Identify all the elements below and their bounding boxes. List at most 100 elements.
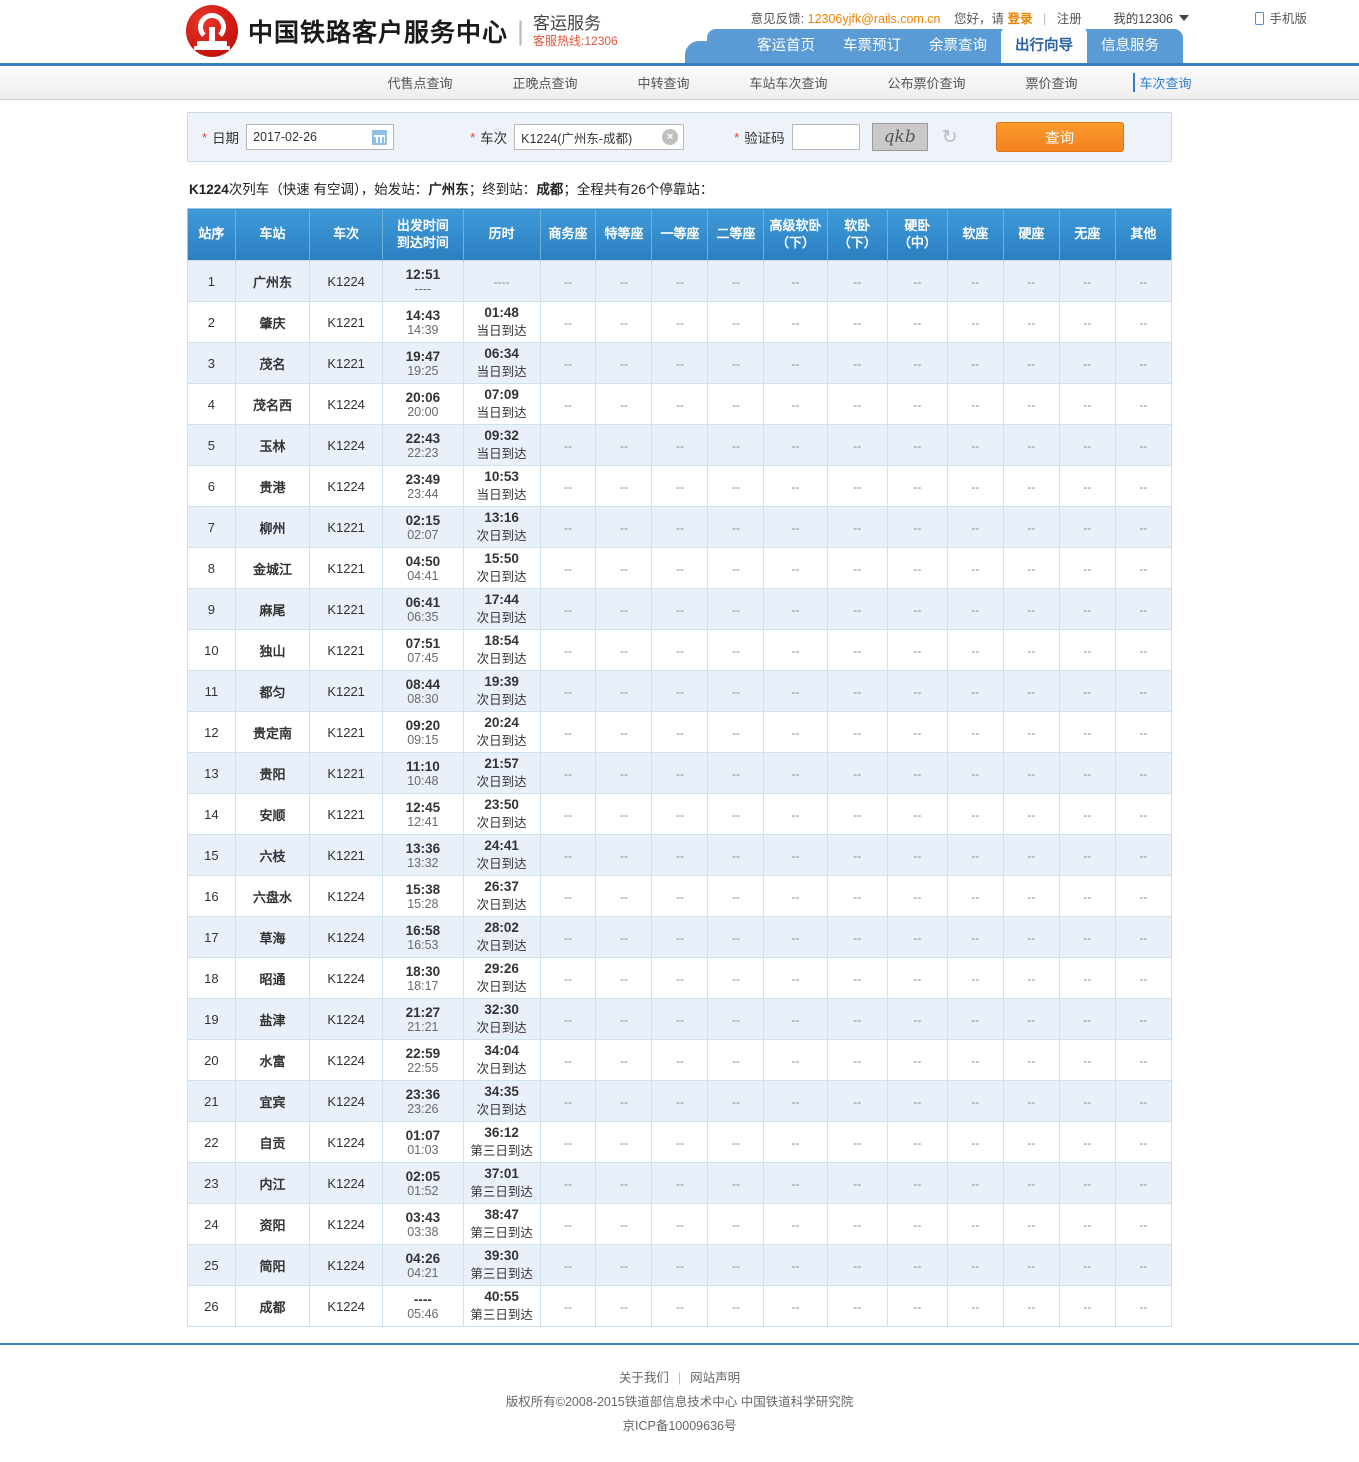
- col-business-seat: 商务座: [539, 208, 596, 261]
- nav-item-booking[interactable]: 车票预订: [829, 27, 915, 63]
- cell-business-seat: --: [539, 998, 597, 1040]
- cell-deluxe-soft-sleeper: --: [763, 670, 828, 712]
- feedback-email-link[interactable]: 12306yjfk@rails.com.cn: [808, 12, 941, 26]
- cell-station-order: 12: [187, 711, 236, 753]
- cell-other: --: [1114, 424, 1173, 466]
- footer-divider-bar: |: [677, 1371, 682, 1385]
- train-input[interactable]: K1224(广州东-成都) ×: [514, 124, 685, 150]
- cell-hard-sleeper: --: [886, 1285, 948, 1327]
- subnav-item-published-fare-query[interactable]: 公布票价查询: [858, 73, 996, 92]
- captcha-input[interactable]: [791, 124, 860, 150]
- cell-premium-seat: --: [595, 465, 653, 507]
- cell-hard-seat: --: [1002, 301, 1060, 343]
- cell-second-class-seat: --: [707, 629, 765, 671]
- table-row: 17 草海 K1224 16:58 16:53 28:02 次日到达 -- -- -- -- -- --…: [187, 916, 1173, 958]
- my12306-menu[interactable]: 我的12306: [1113, 12, 1189, 26]
- cell-business-seat: --: [539, 506, 597, 548]
- subnav-item-train-query[interactable]: 车次查询: [1132, 73, 1192, 92]
- cell-hard-sleeper: --: [886, 301, 948, 343]
- content-wrapper: * 日期 2017-02-26 * 车次 K1224(广州东-成都) × * 验…: [187, 100, 1173, 1327]
- cell-station-name: 茂名西: [234, 383, 311, 425]
- refresh-icon[interactable]: ↻: [942, 128, 958, 147]
- cell-soft-sleeper: --: [826, 670, 888, 712]
- cell-station-order: 6: [187, 465, 236, 507]
- cell-hard-seat: --: [1002, 752, 1060, 794]
- cell-first-class-seat: --: [651, 383, 709, 425]
- date-input[interactable]: 2017-02-26: [246, 124, 395, 150]
- cell-hard-seat: --: [1002, 1162, 1060, 1204]
- cell-hard-sleeper: --: [886, 547, 948, 589]
- cell-premium-seat: --: [595, 1080, 653, 1122]
- site-statement-link[interactable]: 网站声明: [690, 1371, 740, 1385]
- cell-first-class-seat: --: [651, 1203, 709, 1245]
- cell-deluxe-soft-sleeper: --: [763, 752, 828, 794]
- subnav-item-station-train-query[interactable]: 车站车次查询: [719, 73, 857, 92]
- copyright-text: 版权所有©2008-2015铁道部信息技术中心 中国铁道科学研究院: [505, 1394, 854, 1409]
- subnav-item-fare-query[interactable]: 票价查询: [996, 73, 1108, 92]
- train-required-mark: *: [470, 129, 476, 145]
- nav-item-ticket-query[interactable]: 余票查询: [915, 27, 1001, 63]
- cell-second-class-seat: --: [707, 957, 765, 999]
- cell-deluxe-soft-sleeper: --: [763, 1203, 828, 1245]
- cell-deluxe-soft-sleeper: --: [763, 1285, 828, 1327]
- nav-item-home[interactable]: 客运首页: [743, 27, 829, 63]
- cell-hard-sleeper: --: [886, 670, 948, 712]
- captcha-image[interactable]: qkb: [871, 123, 928, 151]
- cell-soft-sleeper: --: [826, 629, 888, 671]
- nav-item-travel-guide[interactable]: 出行向导: [1001, 27, 1087, 63]
- cell-train-no: K1224: [309, 260, 383, 302]
- table-row: 5 玉林 K1224 22:43 22:23 09:32 当日到达 -- -- -- -- -- -- -…: [187, 424, 1173, 466]
- calendar-icon[interactable]: [372, 130, 388, 145]
- brand: 中国铁路客户服务中心 | 客运服务 客服热线:12306: [186, 5, 618, 57]
- cell-other: --: [1114, 1244, 1173, 1286]
- cell-times: 07:51 07:45: [381, 629, 464, 671]
- cell-second-class-seat: --: [707, 916, 765, 958]
- cell-soft-seat: --: [946, 424, 1004, 466]
- cell-soft-seat: --: [946, 834, 1004, 876]
- cell-hard-seat: --: [1002, 670, 1060, 712]
- cell-soft-seat: --: [946, 301, 1004, 343]
- cell-premium-seat: --: [595, 793, 653, 835]
- cell-second-class-seat: --: [707, 1203, 765, 1245]
- cell-deluxe-soft-sleeper: --: [763, 506, 828, 548]
- cell-first-class-seat: --: [651, 1162, 709, 1204]
- cell-hard-seat: --: [1002, 957, 1060, 999]
- cell-hard-seat: --: [1002, 629, 1060, 671]
- cell-station-name: 六枝: [234, 834, 311, 876]
- clear-icon[interactable]: ×: [662, 129, 679, 145]
- table-row: 26 成都 K1224 ---- 05:46 40:55 第三日到达 -- -- -- -- -- --…: [187, 1285, 1173, 1327]
- login-link[interactable]: 登录: [1008, 12, 1033, 26]
- cell-station-name: 安顺: [234, 793, 311, 835]
- cell-deluxe-soft-sleeper: --: [763, 547, 828, 589]
- cell-soft-seat: --: [946, 1285, 1004, 1327]
- register-link[interactable]: 注册: [1057, 12, 1082, 26]
- cell-business-seat: --: [539, 424, 597, 466]
- cell-soft-sleeper: --: [826, 1244, 888, 1286]
- cell-hard-sleeper: --: [886, 588, 948, 630]
- table-row: 1 广州东 K1224 12:51 ---- ---- -- -- -- -- -- -- -- -- --…: [187, 260, 1173, 302]
- subnav-item-agency-query[interactable]: 代售点查询: [357, 73, 482, 92]
- cell-second-class-seat: --: [707, 670, 765, 712]
- about-us-link[interactable]: 关于我们: [619, 1371, 669, 1385]
- cell-business-seat: --: [539, 670, 597, 712]
- cell-business-seat: --: [539, 711, 597, 753]
- cell-times: 15:38 15:28: [381, 875, 464, 917]
- mobile-version-link[interactable]: 手机版: [1255, 8, 1307, 27]
- cell-soft-sleeper: --: [826, 875, 888, 917]
- cell-train-no: K1221: [309, 506, 383, 548]
- subnav-item-delay-query[interactable]: 正晚点查询: [482, 73, 607, 92]
- cell-hard-seat: --: [1002, 1080, 1060, 1122]
- cell-premium-seat: --: [595, 752, 653, 794]
- table-row: 11 都匀 K1221 08:44 08:30 19:39 次日到达 -- -- -- -- -- --…: [187, 670, 1173, 712]
- cell-standing: --: [1058, 875, 1116, 917]
- cell-times: 11:10 10:48: [381, 752, 464, 794]
- cell-deluxe-soft-sleeper: --: [763, 1121, 828, 1163]
- nav-item-info-service[interactable]: 信息服务: [1087, 27, 1173, 63]
- cell-soft-seat: --: [946, 1121, 1004, 1163]
- cell-duration: 40:55 第三日到达: [462, 1285, 541, 1327]
- cell-duration: 20:24 次日到达: [462, 711, 541, 753]
- subnav-item-transfer-query[interactable]: 中转查询: [607, 73, 719, 92]
- cell-soft-sleeper: --: [826, 342, 888, 384]
- cell-soft-sleeper: --: [826, 752, 888, 794]
- query-button[interactable]: 查询: [995, 122, 1124, 152]
